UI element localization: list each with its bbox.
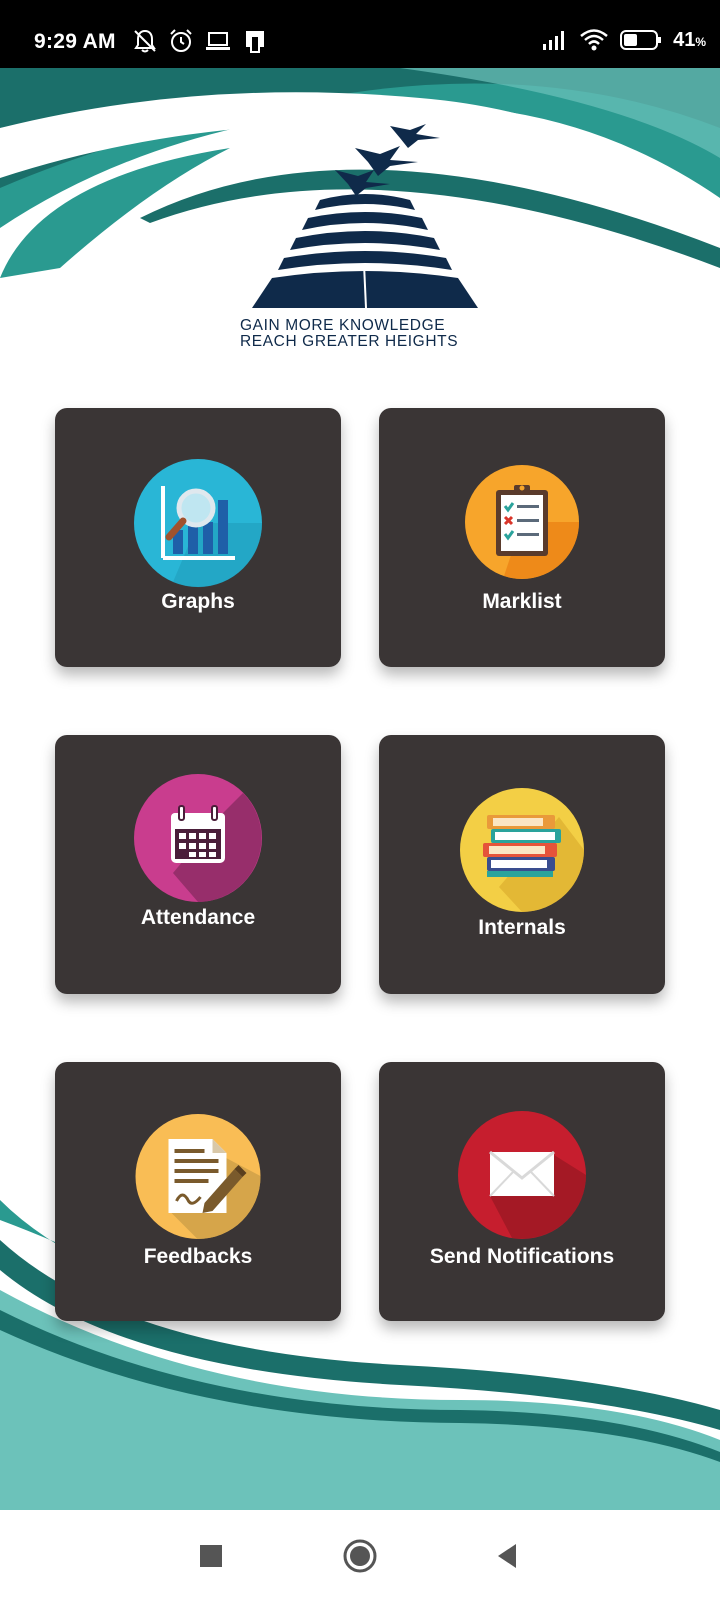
marklist-tile[interactable]: Marklist [379, 408, 665, 667]
book-birds-logo-icon [252, 124, 478, 309]
navigation-bar [0, 1512, 720, 1600]
signal-icon [543, 31, 565, 50]
graph-magnifier-icon [134, 459, 263, 588]
books-icon [460, 788, 584, 912]
internals-label: Internals [478, 916, 566, 939]
back-triangle-icon[interactable] [494, 1536, 520, 1576]
portrait-icon [246, 31, 264, 53]
attendance-tile[interactable]: Attendance [55, 735, 341, 994]
status-time: 9:29 AM [34, 30, 116, 53]
clipboard-checklist-icon [465, 465, 579, 579]
document-pen-icon [135, 1114, 261, 1240]
feedbacks-label: Feedbacks [143, 1245, 253, 1268]
send-notifications-label: Send Notifications [429, 1245, 615, 1268]
calendar-icon [134, 774, 262, 902]
home-circle-icon[interactable] [342, 1536, 378, 1576]
alarm-icon [170, 29, 192, 52]
battery-icon [620, 30, 662, 50]
bell-off-icon [134, 29, 156, 53]
status-right-icons: 41% [541, 28, 706, 52]
internals-tile[interactable]: Internals [379, 735, 665, 994]
graphs-tile[interactable]: Graphs [55, 408, 341, 667]
status-bar: 9:29 AM 41% [0, 0, 720, 68]
wifi-icon [580, 29, 608, 51]
envelope-icon [458, 1111, 586, 1239]
college-logo: GAIN MORE KNOWLEDGE REACH GREATER HEIGHT… [240, 118, 490, 353]
recents-square-icon[interactable] [198, 1536, 224, 1576]
marklist-label: Marklist [482, 590, 562, 613]
battery-level: 41% [673, 28, 706, 51]
feedbacks-tile[interactable]: Feedbacks [55, 1062, 341, 1321]
logo-tagline-line2: REACH GREATER HEIGHTS [240, 333, 459, 350]
send-notifications-tile[interactable]: Send Notifications [379, 1062, 665, 1321]
attendance-label: Attendance [140, 906, 256, 929]
graphs-label: Graphs [161, 590, 235, 613]
logo-tagline-line1: GAIN MORE KNOWLEDGE [240, 317, 446, 334]
status-left-icons [132, 28, 268, 54]
laptop-icon [206, 32, 230, 50]
